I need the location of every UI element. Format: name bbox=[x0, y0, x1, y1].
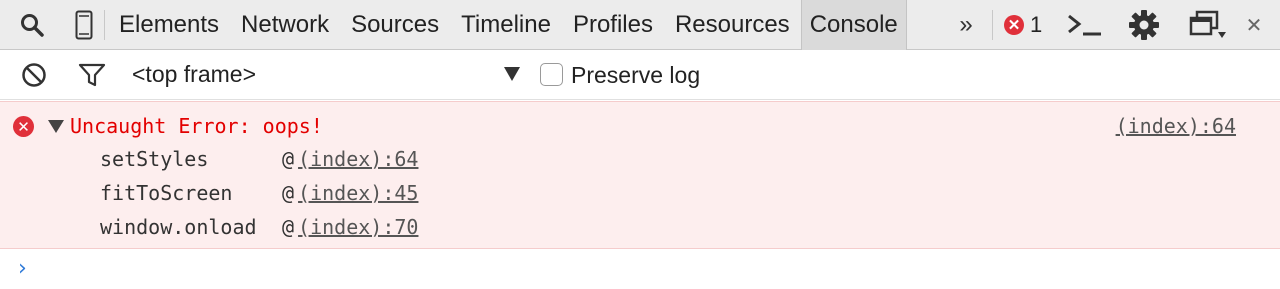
stack-at: @ bbox=[282, 181, 295, 205]
devtools-toolbar: Elements Network Sources Timeline Profil… bbox=[0, 0, 1280, 50]
stack-at: @ bbox=[282, 147, 295, 171]
preserve-log-label[interactable]: Preserve log bbox=[571, 50, 700, 100]
stack-location-link[interactable]: (index):64 bbox=[298, 147, 418, 171]
tab-resources[interactable]: Resources bbox=[664, 0, 801, 50]
close-icon[interactable]: ✕ bbox=[1240, 0, 1268, 50]
device-mode-icon[interactable] bbox=[70, 0, 98, 50]
tab-profiles[interactable]: Profiles bbox=[562, 0, 664, 50]
filter-icon[interactable] bbox=[76, 50, 108, 100]
tab-network[interactable]: Network bbox=[230, 0, 340, 50]
toolbar-divider bbox=[992, 10, 993, 40]
frame-select[interactable]: <top frame> bbox=[132, 50, 256, 100]
gear-icon[interactable] bbox=[1126, 0, 1162, 50]
clear-console-icon[interactable] bbox=[18, 50, 50, 100]
stack-location-link[interactable]: (index):45 bbox=[298, 181, 418, 205]
dock-side-icon[interactable] bbox=[1184, 0, 1230, 50]
stack-frame: fitToScreen @ (index):45 bbox=[100, 179, 418, 207]
stack-frame: setStyles @ (index):64 bbox=[100, 145, 418, 173]
stack-function: setStyles bbox=[100, 147, 209, 171]
preserve-log-checkbox[interactable] bbox=[540, 63, 563, 86]
search-icon[interactable] bbox=[16, 0, 48, 50]
stack-frame: window.onload @ (index):70 bbox=[100, 213, 418, 241]
disclosure-triangle-icon[interactable] bbox=[48, 120, 64, 133]
console-drawer-icon[interactable] bbox=[1064, 0, 1104, 50]
tab-timeline[interactable]: Timeline bbox=[450, 0, 562, 50]
error-icon: ✕ bbox=[1004, 15, 1024, 35]
panel-tabs: Elements Network Sources Timeline Profil… bbox=[108, 0, 907, 50]
stack-function: fitToScreen bbox=[100, 181, 233, 205]
error-icon: ✕ bbox=[13, 116, 34, 137]
error-text[interactable]: Uncaught Error: oops! bbox=[70, 112, 323, 140]
error-count: 1 bbox=[1030, 12, 1043, 37]
console-filter-bar: <top frame> Preserve log bbox=[0, 50, 1280, 100]
more-tabs-icon[interactable]: » bbox=[952, 0, 980, 50]
error-counter[interactable]: ✕ 1 bbox=[1004, 0, 1042, 50]
tab-console[interactable]: Console bbox=[800, 0, 907, 50]
console-error-message: ✕ Uncaught Error: oops! (index):64 setSt… bbox=[0, 101, 1280, 249]
stack-at: @ bbox=[282, 215, 295, 239]
chevron-down-icon[interactable] bbox=[504, 67, 520, 81]
console-prompt-icon[interactable]: › bbox=[18, 258, 27, 280]
tab-elements[interactable]: Elements bbox=[108, 0, 230, 50]
tab-sources[interactable]: Sources bbox=[340, 0, 450, 50]
stack-location-link[interactable]: (index):70 bbox=[298, 215, 418, 239]
stack-function: window.onload bbox=[100, 215, 257, 239]
source-link[interactable]: (index):64 bbox=[1116, 112, 1236, 140]
toolbar-divider bbox=[104, 10, 105, 40]
